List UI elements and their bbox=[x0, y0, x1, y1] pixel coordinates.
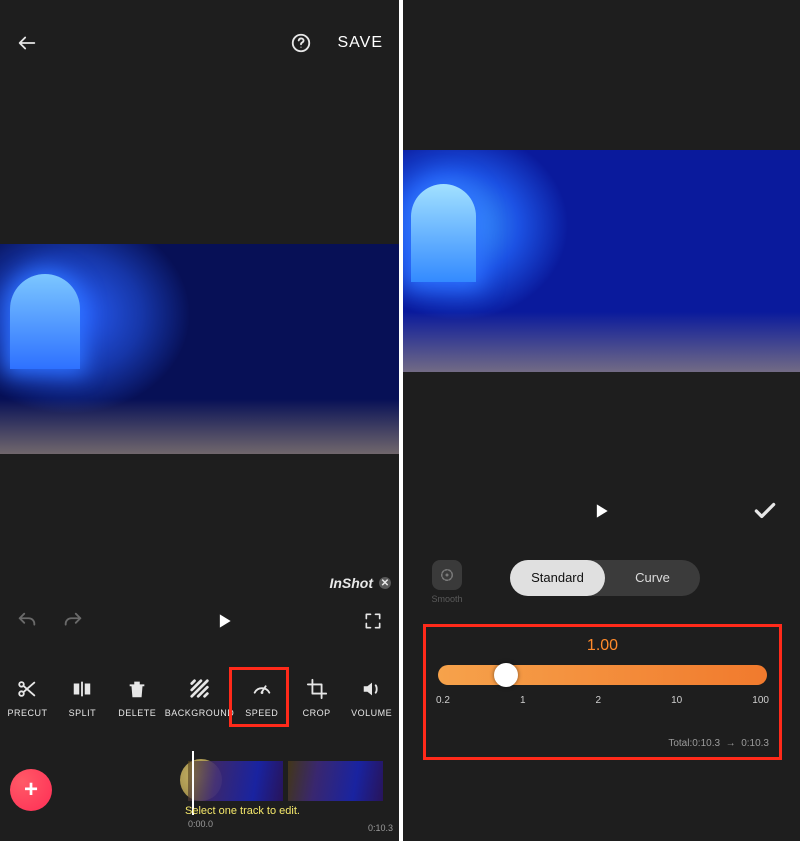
tool-label: VOLUME bbox=[351, 708, 392, 718]
save-button[interactable]: SAVE bbox=[338, 34, 384, 52]
tool-delete[interactable]: DELETE bbox=[110, 678, 165, 718]
player-controls bbox=[0, 610, 399, 632]
time-end: 0:10.3 bbox=[368, 823, 393, 833]
close-icon[interactable]: ✕ bbox=[379, 577, 391, 589]
tick-label: 0.2 bbox=[436, 695, 450, 706]
tab-standard[interactable]: Standard bbox=[510, 560, 605, 596]
top-bar: SAVE bbox=[0, 0, 399, 60]
undo-icon[interactable] bbox=[16, 610, 38, 632]
tool-label: CROP bbox=[303, 708, 331, 718]
timeline-hint: Select one track to edit. bbox=[185, 805, 300, 817]
total-from: 0:10.3 bbox=[692, 738, 720, 749]
fullscreen-icon[interactable] bbox=[363, 611, 383, 631]
player-controls bbox=[403, 498, 800, 524]
video-preview[interactable] bbox=[403, 150, 800, 372]
back-icon[interactable] bbox=[16, 32, 38, 54]
watermark-label: InShot bbox=[329, 575, 373, 591]
redo-icon[interactable] bbox=[62, 610, 84, 632]
tool-precut[interactable]: PRECUT bbox=[0, 678, 55, 718]
editor-screen: SAVE InShot ✕ bbox=[0, 0, 399, 841]
video-preview[interactable] bbox=[0, 244, 399, 454]
watermark[interactable]: InShot ✕ bbox=[329, 575, 391, 591]
clip-thumbnail[interactable] bbox=[188, 761, 283, 801]
clip-thumbnail[interactable] bbox=[288, 761, 383, 801]
total-to: 0:10.3 bbox=[741, 738, 769, 749]
smooth-toggle[interactable]: Smooth bbox=[425, 560, 469, 604]
highlight-box bbox=[229, 667, 289, 727]
tool-label: SPLIT bbox=[69, 708, 97, 718]
tool-label: PRECUT bbox=[7, 708, 47, 718]
tool-background[interactable]: BACKGROUND bbox=[165, 678, 235, 718]
arrow-icon: → bbox=[726, 738, 736, 749]
speed-mode-tabs: Standard Curve bbox=[510, 560, 700, 596]
duration-summary: Total:0:10.3 → 0:10.3 bbox=[668, 738, 769, 749]
help-icon[interactable] bbox=[290, 32, 312, 54]
smooth-icon bbox=[432, 560, 462, 590]
tool-crop[interactable]: CROP bbox=[289, 678, 344, 718]
speed-screen: Smooth Standard Curve 1.00 0.2 1 2 10 10… bbox=[403, 0, 800, 841]
speed-slider[interactable] bbox=[438, 665, 767, 685]
tick-label: 2 bbox=[596, 695, 602, 706]
play-icon[interactable] bbox=[591, 501, 611, 521]
slider-ticks: 0.2 1 2 10 100 bbox=[436, 695, 769, 706]
plus-icon: + bbox=[24, 776, 38, 804]
add-button[interactable]: + bbox=[10, 769, 52, 811]
tick-label: 1 bbox=[520, 695, 526, 706]
tick-label: 10 bbox=[671, 695, 682, 706]
tab-curve[interactable]: Curve bbox=[605, 560, 700, 596]
tool-volume[interactable]: VOLUME bbox=[344, 678, 399, 718]
tool-split[interactable]: SPLIT bbox=[55, 678, 110, 718]
tool-bar: PRECUT SPLIT DELETE BACKGROUND SPEED CRO… bbox=[0, 668, 399, 718]
play-icon[interactable] bbox=[214, 611, 234, 631]
total-prefix: Total: bbox=[668, 738, 692, 749]
speed-value: 1.00 bbox=[434, 637, 771, 655]
confirm-icon[interactable] bbox=[752, 498, 778, 524]
smooth-label: Smooth bbox=[431, 594, 462, 604]
time-start: 0:00.0 bbox=[188, 819, 213, 829]
timeline[interactable]: Select one track to edit. 0:00.0 0:10.3 bbox=[60, 751, 399, 831]
highlight-box: 1.00 0.2 1 2 10 100 Total:0:10.3 → 0:10.… bbox=[423, 624, 782, 760]
tool-label: DELETE bbox=[118, 708, 156, 718]
tick-label: 100 bbox=[752, 695, 769, 706]
tool-label: BACKGROUND bbox=[165, 708, 235, 718]
